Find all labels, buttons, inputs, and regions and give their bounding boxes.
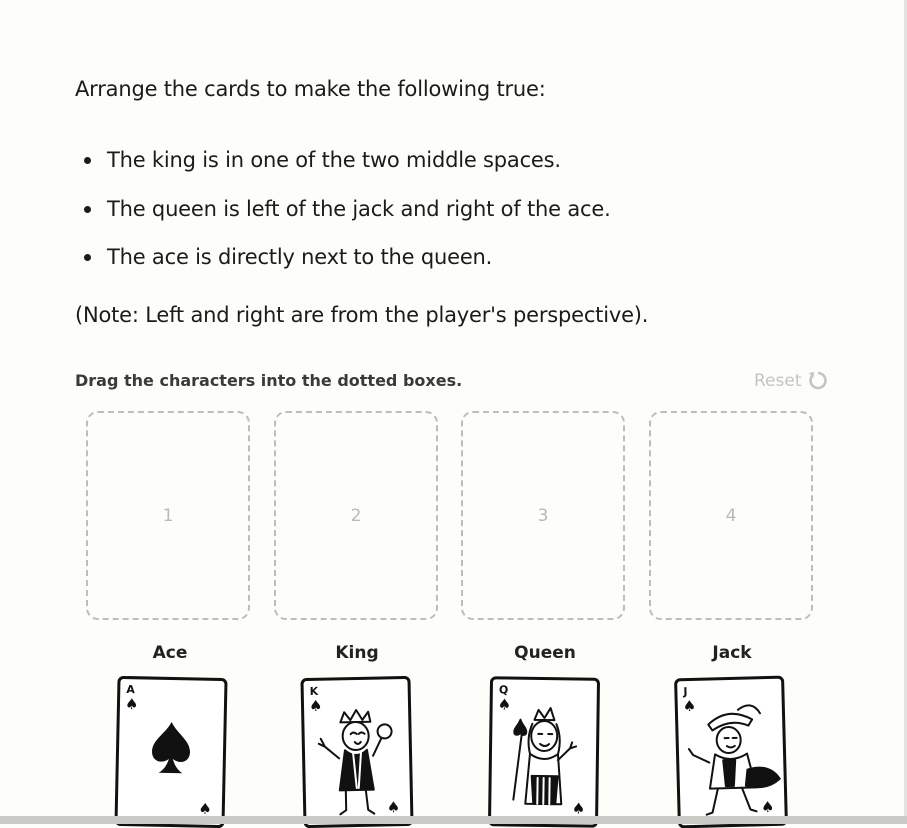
ace-card[interactable]: A ♠ ♠ [114, 675, 228, 828]
card-label-king: King [335, 643, 379, 663]
horizontal-scrollbar[interactable] [0, 816, 907, 824]
drop-slot-1[interactable]: 1 [86, 411, 250, 620]
slot-number: 1 [162, 505, 174, 526]
queen-card[interactable]: Q ♠ ♠ [487, 676, 601, 828]
rule-item: The queen is left of the jack and right … [84, 194, 611, 224]
jack-card[interactable]: J ♠ ♠ [674, 675, 788, 828]
slot-number: 4 [725, 505, 737, 526]
slot-number: 3 [537, 505, 549, 526]
prompt-note: (Note: Left and right are from the playe… [75, 303, 649, 327]
reset-label: Reset [754, 371, 802, 391]
card-label-ace: Ace [152, 643, 188, 663]
spade-icon: ♠ [386, 798, 401, 817]
card-label-jack: Jack [712, 643, 752, 663]
spade-icon: ♠ [198, 799, 213, 818]
puzzle-prompt: Arrange the cards to make the following … [75, 74, 855, 327]
rule-item: The ace is directly next to the queen. [83, 242, 492, 272]
drop-slot-4[interactable]: 4 [649, 411, 813, 620]
spade-icon: ♠ [760, 797, 775, 817]
drop-slot-3[interactable]: 3 [461, 411, 625, 620]
drag-instruction: Drag the characters into the dotted boxe… [75, 371, 463, 390]
king-card[interactable]: K ♠ ♠ [300, 675, 414, 828]
card-label-queen: Queen [514, 643, 576, 663]
rule-item: The king is in one of the two middle spa… [84, 145, 561, 175]
prompt-intro: Arrange the cards to make the following … [75, 77, 546, 101]
slot-number: 2 [350, 505, 362, 526]
reset-button[interactable]: Reset [754, 370, 828, 392]
reset-icon [808, 371, 827, 390]
spade-icon: ♠ [571, 799, 586, 818]
drop-slot-2[interactable]: 2 [274, 411, 438, 620]
